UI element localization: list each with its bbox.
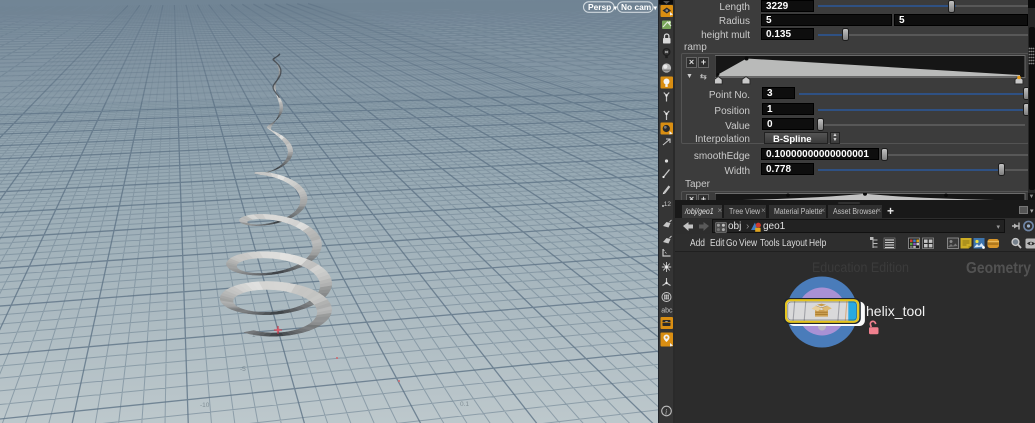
svg-text:No cam ▾: No cam ▾ [621, 2, 658, 12]
svg-text:.12: .12 [662, 201, 671, 208]
svg-text:-5: -5 [240, 366, 246, 373]
svg-text:-10: -10 [200, 402, 210, 409]
svg-text:Persp ▾: Persp ▾ [588, 2, 618, 12]
svg-text:abc: abc [661, 308, 673, 315]
svg-text:0.1: 0.1 [460, 401, 469, 408]
svg-text:i: i [665, 408, 667, 417]
